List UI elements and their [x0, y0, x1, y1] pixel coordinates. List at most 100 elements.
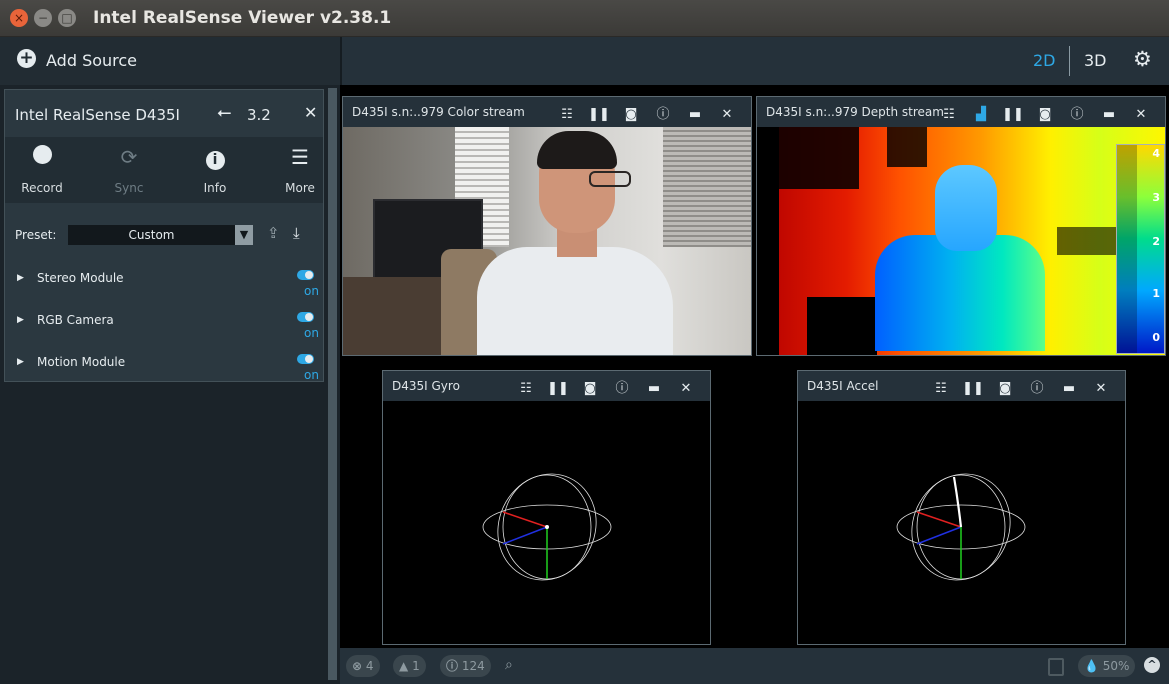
module-name: Stereo Module: [37, 271, 124, 285]
depth-stream-view[interactable]: D435I s.n:..979 Depth stream ☷ ▟ ❚❚ ◙ ⓘ ▬ ✕ 4 …: [756, 96, 1166, 356]
gyro-view[interactable]: D435I Gyro ☷ ❚❚ ◙ ⓘ ▬ ✕: [382, 370, 711, 645]
maximize-icon[interactable]: ▬: [1053, 381, 1085, 396]
pause-icon[interactable]: ❚❚: [957, 381, 989, 396]
close-icon[interactable]: ✕: [711, 107, 743, 122]
close-icon[interactable]: ✕: [1125, 107, 1157, 122]
camera-icon[interactable]: ◙: [1029, 107, 1061, 122]
pause-icon[interactable]: ❚❚: [542, 381, 574, 396]
camera-icon[interactable]: ◙: [989, 381, 1021, 396]
info-label: Info: [203, 181, 227, 195]
upload-icon[interactable]: ⇪: [267, 224, 280, 242]
top-toolbar: + Add Source 2D 3D ⚙: [0, 37, 1169, 85]
usb-icon: ⭠: [217, 102, 232, 123]
accel-view[interactable]: D435I Accel ☷ ❚❚ ◙ ⓘ ▬ ✕: [797, 370, 1126, 645]
checklist-icon[interactable]: ☷: [551, 107, 583, 122]
scale-tick: 1: [1152, 287, 1160, 300]
expand-arrow-icon[interactable]: ▶: [17, 273, 24, 283]
more-label: More: [285, 181, 315, 195]
view-toolbar: ☷ ❚❚ ◙ ⓘ ▬ ✕: [510, 377, 702, 396]
chip-icon[interactable]: [1048, 658, 1064, 676]
scale-tick: 0: [1152, 331, 1160, 344]
info-button[interactable]: i Info: [180, 137, 250, 203]
scale-tick: 4: [1152, 147, 1160, 160]
more-button[interactable]: ☰ More: [265, 137, 335, 203]
module-state: on: [304, 326, 319, 340]
close-icon[interactable]: ✕: [670, 381, 702, 396]
view-title: D435I s.n:..979 Depth stream: [766, 105, 944, 119]
toolbar-divider: [1069, 46, 1070, 76]
window-title: Intel RealSense Viewer v2.38.1: [93, 8, 392, 28]
module-name: RGB Camera: [37, 313, 114, 327]
maximize-icon[interactable]: ▬: [1093, 107, 1125, 122]
view-header: D435I Gyro ☷ ❚❚ ◙ ⓘ ▬ ✕: [383, 371, 710, 401]
gyro-sphere-graphic: [482, 473, 612, 581]
module-stereo[interactable]: ▶ Stereo Module on: [5, 263, 323, 303]
opacity-badge[interactable]: 💧 50%: [1078, 655, 1136, 677]
search-icon[interactable]: ⌕: [505, 657, 513, 673]
add-source-button[interactable]: + Add Source: [0, 37, 342, 85]
device-close-button[interactable]: ✕: [304, 103, 317, 122]
error-count-badge[interactable]: ⊗ 4: [346, 655, 380, 677]
info-icon[interactable]: ⓘ: [606, 377, 638, 396]
plus-circle-icon: +: [17, 49, 36, 68]
accel-frame: [798, 401, 1125, 644]
status-bar: ⊗ 4 ▲ 1 ⓘ 124 ⌕ 💧 50% ^: [340, 648, 1169, 684]
maximize-icon[interactable]: ▬: [679, 107, 711, 122]
expand-arrow-icon[interactable]: ▶: [17, 315, 24, 325]
sync-button[interactable]: ⟳ Sync: [94, 137, 164, 203]
module-toggle[interactable]: [297, 354, 314, 364]
scale-tick: 2: [1152, 235, 1160, 248]
checklist-icon[interactable]: ☷: [933, 107, 965, 122]
module-state: on: [304, 284, 319, 298]
preset-select[interactable]: Custom ▼: [68, 225, 253, 245]
color-stream-view[interactable]: D435I s.n:..979 Color stream ☷ ❚❚ ◙ ⓘ ▬ ✕: [342, 96, 752, 356]
sync-icon: ⟳: [120, 145, 138, 169]
view-header: D435I Accel ☷ ❚❚ ◙ ⓘ ▬ ✕: [798, 371, 1125, 401]
gear-icon[interactable]: ⚙: [1133, 47, 1152, 71]
record-button[interactable]: Record: [7, 137, 77, 203]
warning-count-badge[interactable]: ▲ 1: [393, 655, 426, 677]
record-circle-icon: [7, 145, 77, 169]
camera-icon[interactable]: ◙: [615, 107, 647, 122]
view-toolbar: ☷ ❚❚ ◙ ⓘ ▬ ✕: [925, 377, 1117, 396]
error-icon: ⊗: [352, 659, 363, 673]
view-title: D435I s.n:..979 Color stream: [352, 105, 525, 119]
view-title: D435I Accel: [807, 379, 879, 393]
chevron-down-icon[interactable]: ▼: [235, 225, 253, 245]
checklist-icon[interactable]: ☷: [510, 381, 542, 396]
depth-frame: 4 3 2 1 0: [757, 127, 1165, 355]
usb-version: 3.2: [247, 106, 271, 124]
expand-arrow-icon[interactable]: ▶: [17, 357, 24, 367]
module-rgb-camera[interactable]: ▶ RGB Camera on: [5, 305, 323, 345]
device-action-bar: Record ⟳ Sync i Info ☰ More: [5, 137, 323, 203]
add-source-label: Add Source: [46, 51, 138, 70]
info-count-badge[interactable]: ⓘ 124: [440, 655, 491, 677]
info-icon[interactable]: ⓘ: [647, 103, 679, 122]
checklist-icon[interactable]: ☷: [925, 381, 957, 396]
module-toggle[interactable]: [297, 270, 314, 280]
view-title: D435I Gyro: [392, 379, 460, 393]
window-minimize-button[interactable]: −: [34, 9, 52, 27]
histogram-icon[interactable]: ▟: [965, 107, 997, 122]
info-icon[interactable]: ⓘ: [1061, 103, 1093, 122]
maximize-icon[interactable]: ▬: [638, 381, 670, 396]
hamburger-menu-icon: ☰: [291, 145, 309, 169]
color-frame: [343, 127, 751, 355]
window-close-button[interactable]: ×: [10, 9, 28, 27]
window-titlebar: × − □ Intel RealSense Viewer v2.38.1: [0, 0, 1169, 37]
pause-icon[interactable]: ❚❚: [997, 107, 1029, 122]
pause-icon[interactable]: ❚❚: [583, 107, 615, 122]
scale-tick: 3: [1152, 191, 1160, 204]
close-icon[interactable]: ✕: [1085, 381, 1117, 396]
window-maximize-button[interactable]: □: [58, 9, 76, 27]
info-icon[interactable]: ⓘ: [1021, 377, 1053, 396]
camera-icon[interactable]: ◙: [574, 381, 606, 396]
view-2d-button[interactable]: 2D: [1033, 51, 1056, 70]
view-3d-button[interactable]: 3D: [1084, 51, 1107, 70]
module-toggle[interactable]: [297, 312, 314, 322]
droplet-icon: 💧: [1084, 659, 1099, 673]
chevron-up-icon[interactable]: ^: [1144, 657, 1160, 673]
sync-label: Sync: [114, 181, 144, 195]
download-icon[interactable]: ⤓: [293, 224, 300, 242]
module-motion[interactable]: ▶ Motion Module on: [5, 347, 323, 387]
